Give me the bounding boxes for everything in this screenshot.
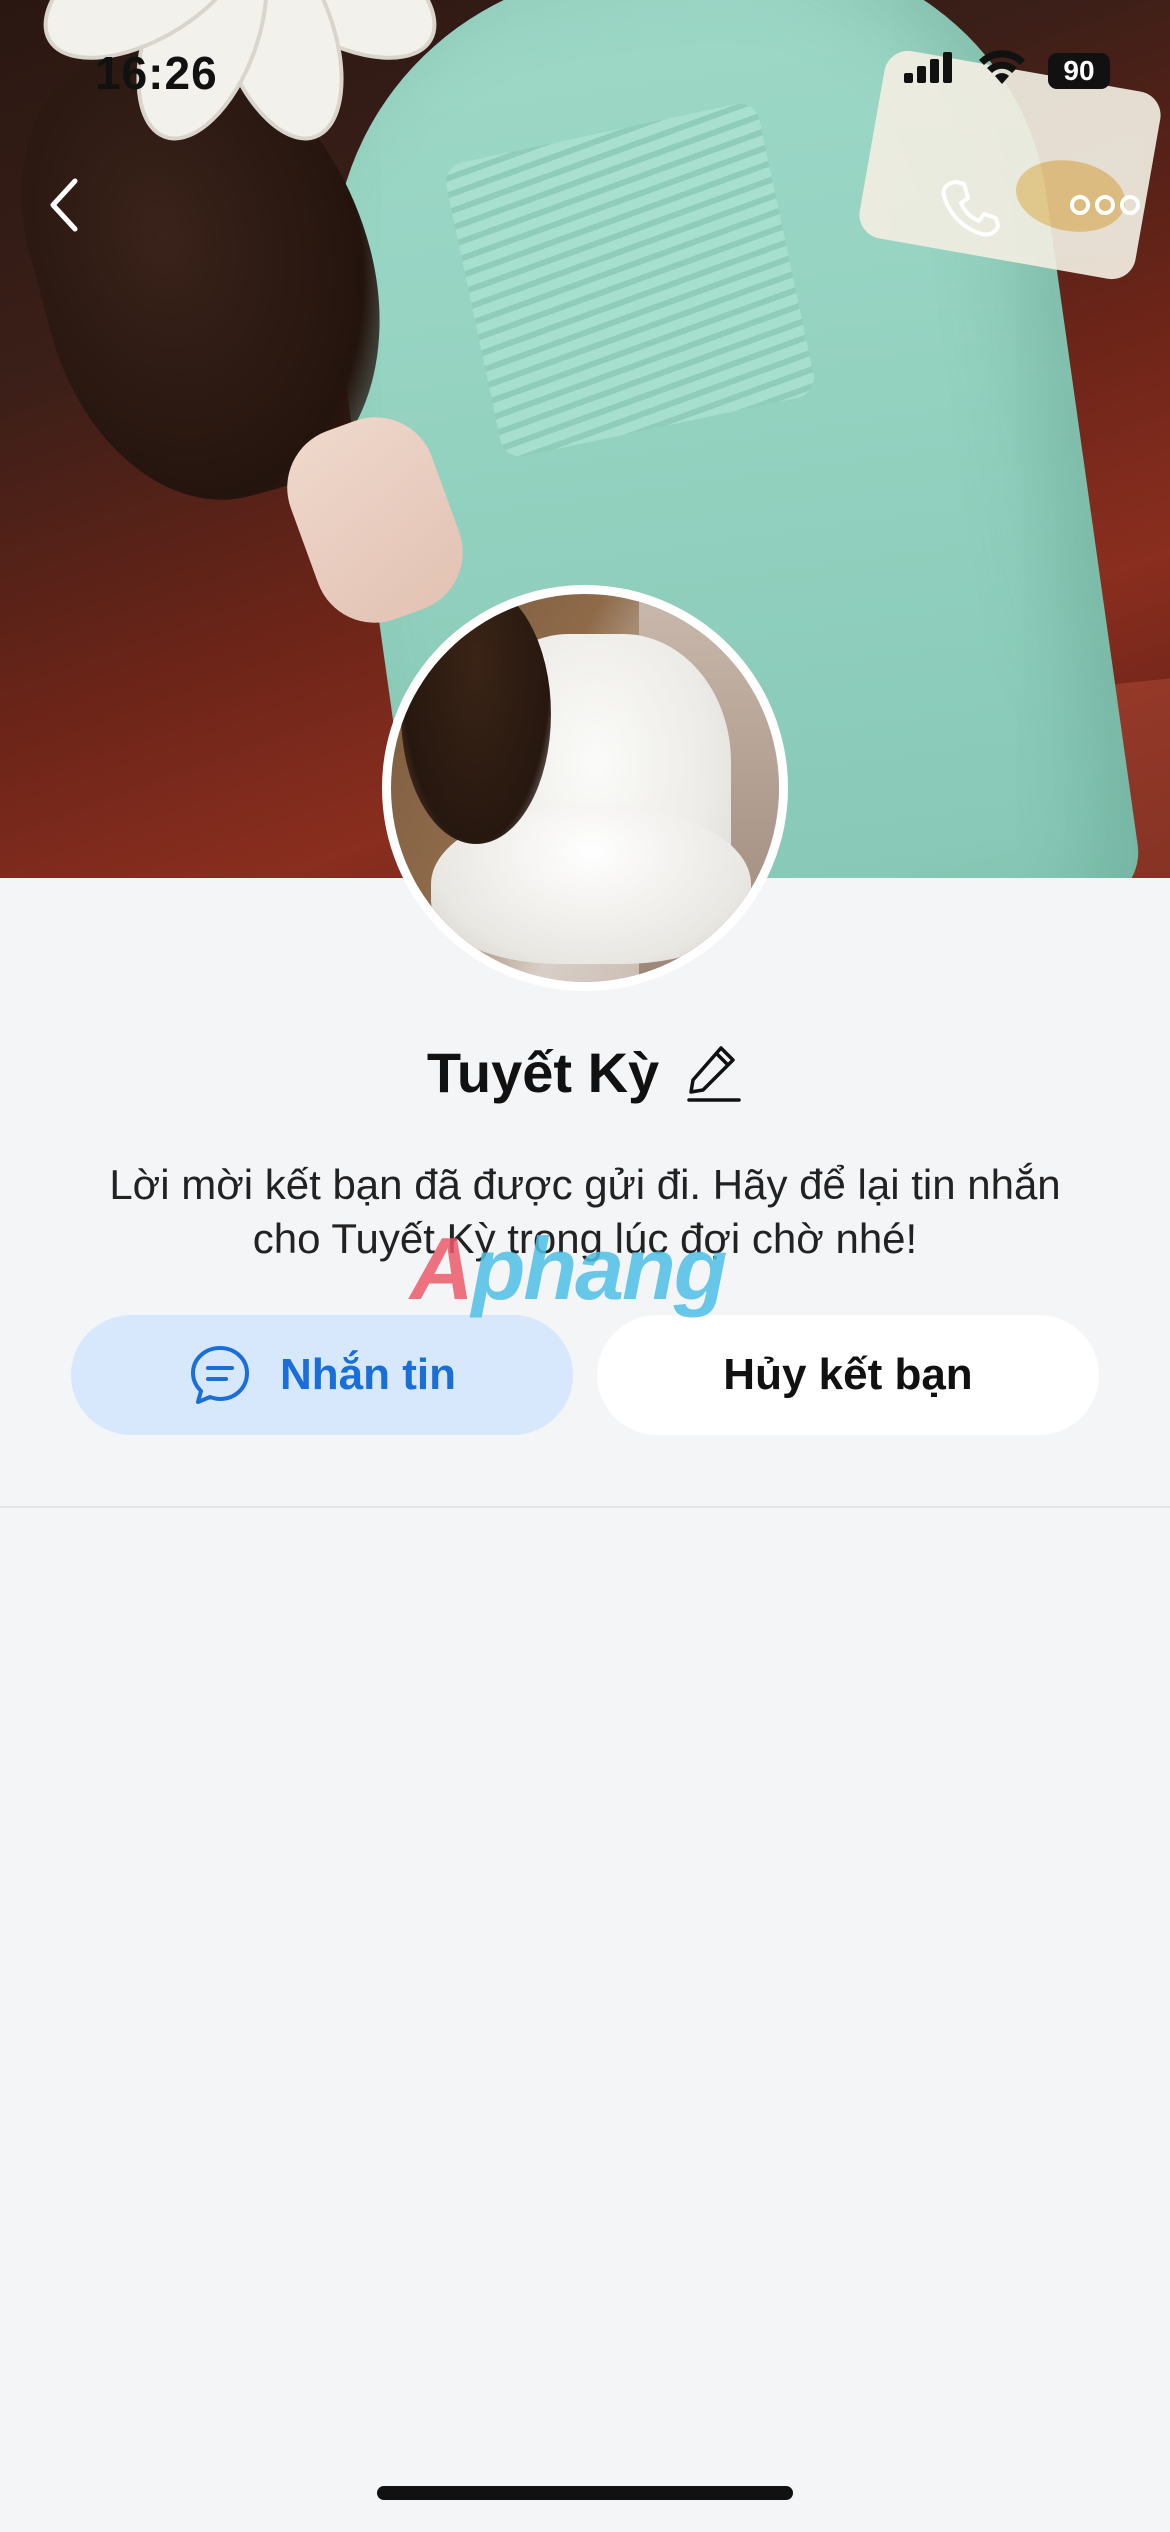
cellular-signal-icon bbox=[902, 51, 956, 90]
friend-request-message-line1: Lời mời kết bạn đã được gửi đi. Hãy để l… bbox=[109, 1161, 1061, 1208]
profile-avatar[interactable] bbox=[382, 585, 788, 991]
section-divider bbox=[0, 1506, 1170, 1508]
call-button[interactable] bbox=[930, 168, 1010, 248]
status-bar: 16:26 90 bbox=[0, 0, 1170, 140]
more-options-button[interactable] bbox=[1065, 175, 1145, 235]
chat-bubble-icon bbox=[191, 1346, 249, 1404]
wifi-icon bbox=[978, 50, 1026, 91]
profile-name-row: Tuyết Kỳ bbox=[0, 1040, 1170, 1105]
back-button[interactable] bbox=[30, 170, 100, 240]
chevron-left-icon bbox=[50, 178, 78, 232]
send-message-label: Nhắn tin bbox=[280, 1350, 456, 1399]
home-indicator[interactable] bbox=[377, 2486, 793, 2500]
battery-indicator: 90 bbox=[1048, 52, 1110, 89]
status-icons: 90 bbox=[902, 50, 1110, 91]
send-message-button[interactable]: Nhắn tin bbox=[71, 1315, 573, 1435]
watermark-logo: Aphang bbox=[410, 1219, 728, 1318]
avatar-image bbox=[391, 594, 779, 982]
cancel-friend-request-button[interactable]: Hủy kết bạn bbox=[597, 1315, 1099, 1435]
status-time: 16:26 bbox=[95, 47, 218, 99]
phone-icon bbox=[941, 180, 1000, 237]
more-dots-icon bbox=[1070, 195, 1140, 215]
profile-name: Tuyết Kỳ bbox=[426, 1041, 660, 1104]
cancel-friend-request-label: Hủy kết bạn bbox=[723, 1350, 973, 1399]
profile-screen: 16:26 90 Tuyết Kỳ Lời mời kết bạn đã đượ… bbox=[0, 0, 1170, 2532]
pencil-icon[interactable] bbox=[685, 1042, 743, 1104]
